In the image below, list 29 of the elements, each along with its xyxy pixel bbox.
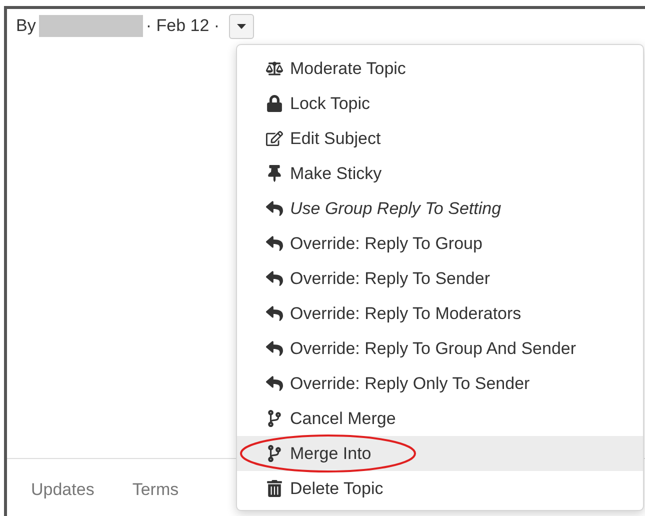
- reply-icon: [264, 375, 284, 392]
- menu-item[interactable]: Override: Reply To Group And Sender: [237, 331, 643, 366]
- reply-icon: [264, 235, 284, 252]
- menu-item[interactable]: Override: Reply To Sender: [237, 261, 643, 296]
- menu-item[interactable]: Cancel Merge: [237, 401, 643, 436]
- menu-item[interactable]: Make Sticky: [237, 156, 643, 191]
- edit-icon: [264, 130, 284, 147]
- menu-item[interactable]: Edit Subject: [237, 121, 643, 156]
- menu-item[interactable]: Lock Topic: [237, 86, 643, 121]
- scale-icon: [264, 60, 284, 77]
- reply-icon: [264, 340, 284, 357]
- dropdown-button[interactable]: [228, 14, 254, 38]
- author-label: By: [16, 16, 36, 36]
- menu-item[interactable]: Moderate Topic: [237, 51, 643, 86]
- reply-icon: [264, 200, 284, 217]
- reply-icon: [264, 305, 284, 322]
- post-date: · Feb 12 ·: [146, 16, 220, 36]
- reply-icon: [264, 270, 284, 287]
- trash-icon: [264, 480, 284, 497]
- menu-item[interactable]: Override: Reply To Moderators: [237, 296, 643, 331]
- menu-item[interactable]: Override: Reply To Group: [237, 226, 643, 261]
- footer-link[interactable]: Terms: [132, 480, 179, 500]
- menu-item[interactable]: Delete Topic: [237, 471, 643, 506]
- caret-icon: [236, 24, 246, 28]
- menu-item[interactable]: Override: Reply Only To Sender: [237, 366, 643, 401]
- lock-icon: [264, 95, 284, 112]
- footer-link[interactable]: Updates: [31, 480, 94, 500]
- menu-item[interactable]: Use Group Reply To Setting: [237, 191, 643, 226]
- menu-item[interactable]: Merge Into: [237, 436, 643, 471]
